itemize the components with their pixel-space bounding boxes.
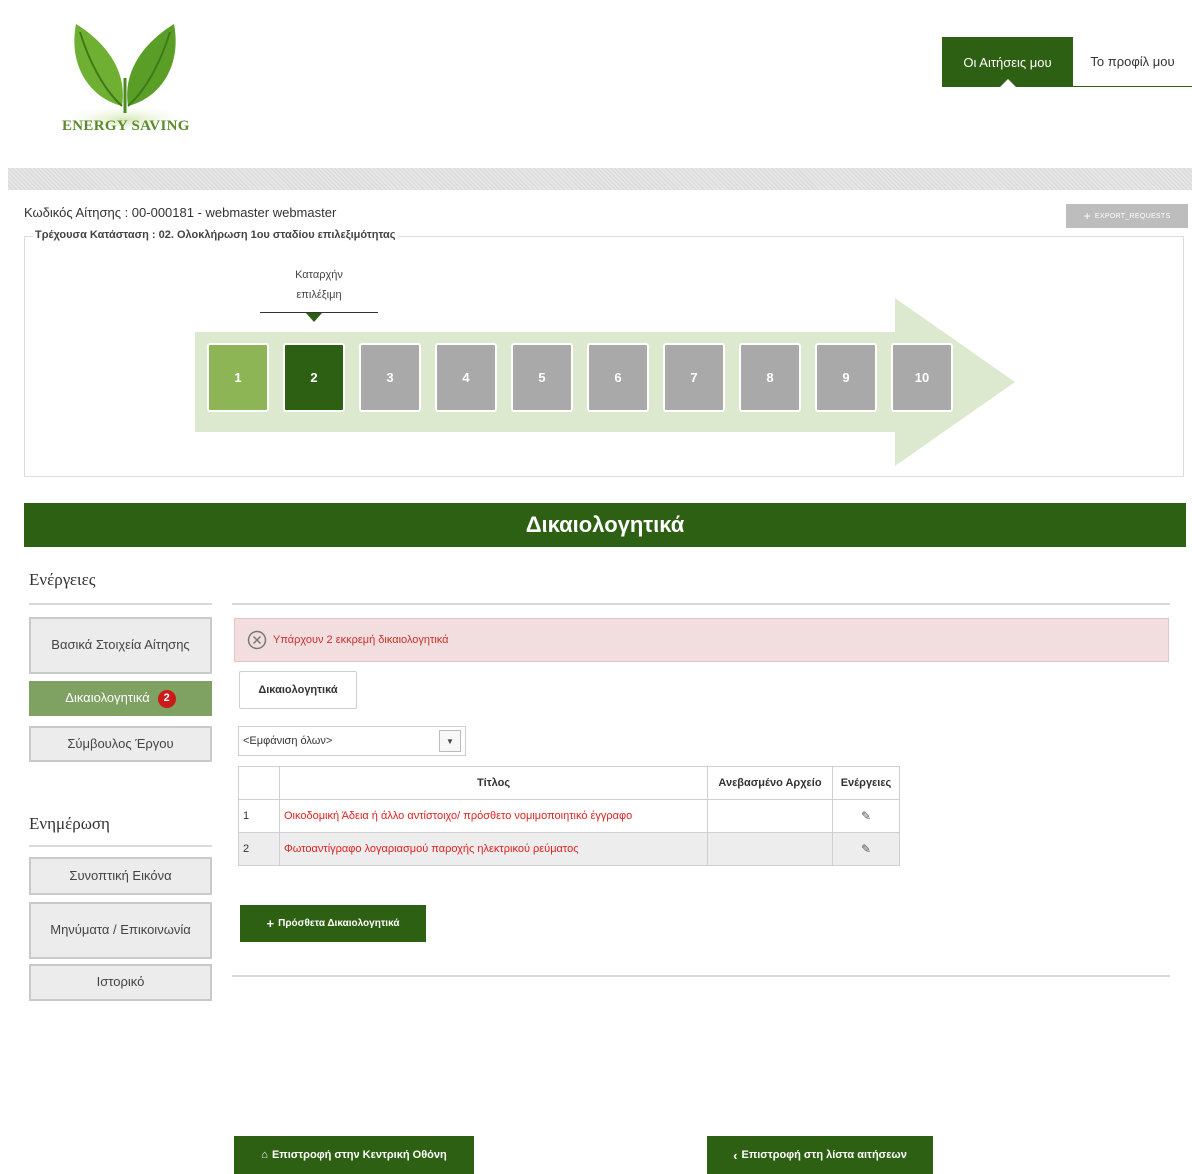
sidebar-item-overview[interactable]: Συνοπτική Εικόνα	[29, 857, 212, 895]
error-circle-icon	[247, 630, 267, 650]
row-actions-cell: ✎	[832, 832, 900, 866]
info-title: Ενημέρωση	[29, 814, 110, 833]
main-top-divider	[232, 603, 1170, 605]
add-documents-label: Πρόσθετα Δικαιολογητικά	[278, 918, 400, 929]
section-title: Δικαιολογητικά	[24, 503, 1186, 547]
column-header-title: Τίτλος	[279, 766, 708, 800]
back-to-home-label: Επιστροφή στην Κεντρική Οθόνη	[271, 1149, 447, 1161]
actions-divider	[29, 603, 212, 605]
progress-steps: 1 2 3 4 5 6 7 8 9 10	[207, 343, 953, 412]
sidebar-item-documents[interactable]: Δικαιολογητικά 2	[29, 681, 212, 716]
column-header-actions: Ενέργειες	[832, 766, 900, 800]
info-divider	[29, 845, 212, 847]
step-1: 1	[207, 343, 269, 412]
row-actions-cell: ✎	[832, 799, 900, 833]
leaf-logo-icon	[55, 24, 195, 126]
step-7: 7	[663, 343, 725, 412]
step-5: 5	[511, 343, 573, 412]
table-row: 1 Οικοδομική Άδεια ή άλλο αντίστοιχο/ πρ…	[238, 799, 900, 833]
documents-filter-select[interactable]: <Εμφάνιση όλων> ▼	[238, 726, 466, 756]
plus-icon: +	[1083, 209, 1091, 223]
uploaded-file-cell	[707, 832, 833, 866]
column-header-number	[238, 766, 280, 800]
document-title-link[interactable]: Οικοδομική Άδεια ή άλλο αντίστοιχο/ πρόσ…	[279, 799, 708, 833]
plus-icon: +	[266, 916, 275, 931]
table-row: 2 Φωτοαντίγραφο λογαριασμού παροχής ηλεκ…	[238, 832, 900, 866]
table-header-row: Τίτλος Ανεβασμένο Αρχείο Ενέργειες	[238, 766, 900, 800]
column-header-uploaded-file: Ανεβασμένο Αρχείο	[707, 766, 833, 800]
document-title-link[interactable]: Φωτοαντίγραφο λογαριασμού παροχής ηλεκτρ…	[279, 832, 708, 866]
nav-tab-my-profile[interactable]: Το προφίλ μου	[1073, 37, 1192, 87]
home-icon: ⌂	[261, 1149, 268, 1161]
step-8: 8	[739, 343, 801, 412]
chevron-left-icon: ‹	[733, 1147, 738, 1163]
step-4: 4	[435, 343, 497, 412]
sidebar-item-history[interactable]: Ιστορικό	[29, 964, 212, 1001]
main-bottom-divider	[232, 975, 1170, 977]
sidebar-item-label: Δικαιολογητικά	[65, 690, 150, 706]
header-divider	[8, 168, 1192, 190]
actions-title: Ενέργειες	[29, 570, 96, 589]
chevron-down-icon[interactable]: ▼	[439, 730, 461, 752]
nav-tab-my-applications[interactable]: Οι Αιτήσεις μου	[942, 37, 1073, 87]
uploaded-file-cell	[707, 799, 833, 833]
back-to-list-button[interactable]: ‹ Επιστροφή στη λίστα αιτήσεων	[707, 1136, 933, 1174]
filter-value: <Εμφάνιση όλων>	[243, 735, 333, 747]
sidebar-item-messages[interactable]: Μηνύματα / Επικοινωνία	[29, 902, 212, 959]
step-2: 2	[283, 343, 345, 412]
logo-text: ENERGY SAVING	[62, 118, 190, 134]
top-nav: Οι Αιτήσεις μου Το προφίλ μου	[942, 37, 1192, 87]
stage-label-line2: επιλέξιμη	[296, 289, 342, 301]
sidebar-item-basic-info[interactable]: Βασικά Στοιχεία Αίτησης	[29, 617, 212, 674]
step-10: 10	[891, 343, 953, 412]
stage-pointer-icon	[306, 313, 322, 322]
export-requests-button[interactable]: + EXPORT_REQUESTS	[1066, 204, 1188, 228]
pending-documents-alert: Υπάρχουν 2 εκκρεμή δικαιολογητικά	[234, 618, 1169, 662]
stage-label: Καταρχήν επιλέξιμη	[260, 265, 378, 305]
logo: ENERGY SAVING	[50, 18, 200, 148]
pending-count-badge: 2	[157, 689, 176, 708]
application-code: Κωδικός Αίτησης : 00-000181 - webmaster …	[24, 205, 337, 220]
alert-text: Υπάρχουν 2 εκκρεμή δικαιολογητικά	[273, 634, 449, 646]
row-number: 1	[238, 799, 280, 833]
tab-documents[interactable]: Δικαιολογητικά	[239, 671, 357, 709]
step-3: 3	[359, 343, 421, 412]
current-status: Τρέχουσα Κατάσταση : 02. Ολοκλήρωση 1ου …	[33, 229, 398, 241]
export-requests-label: EXPORT_REQUESTS	[1094, 212, 1171, 220]
add-documents-button[interactable]: + Πρόσθετα Δικαιολογητικά	[240, 905, 426, 942]
edit-pencil-icon[interactable]: ✎	[861, 809, 871, 823]
step-9: 9	[815, 343, 877, 412]
back-to-list-label: Επιστροφή στη λίστα αιτήσεων	[741, 1149, 907, 1161]
row-number: 2	[238, 832, 280, 866]
back-to-home-button[interactable]: ⌂ Επιστροφή στην Κεντρική Οθόνη	[234, 1136, 474, 1174]
step-6: 6	[587, 343, 649, 412]
documents-table: Τίτλος Ανεβασμένο Αρχείο Ενέργειες 1 Οικ…	[238, 766, 900, 866]
sidebar-item-project-consultant[interactable]: Σύμβουλος Έργου	[29, 726, 212, 762]
edit-pencil-icon[interactable]: ✎	[861, 842, 871, 856]
stage-label-line1: Καταρχήν	[295, 269, 343, 281]
